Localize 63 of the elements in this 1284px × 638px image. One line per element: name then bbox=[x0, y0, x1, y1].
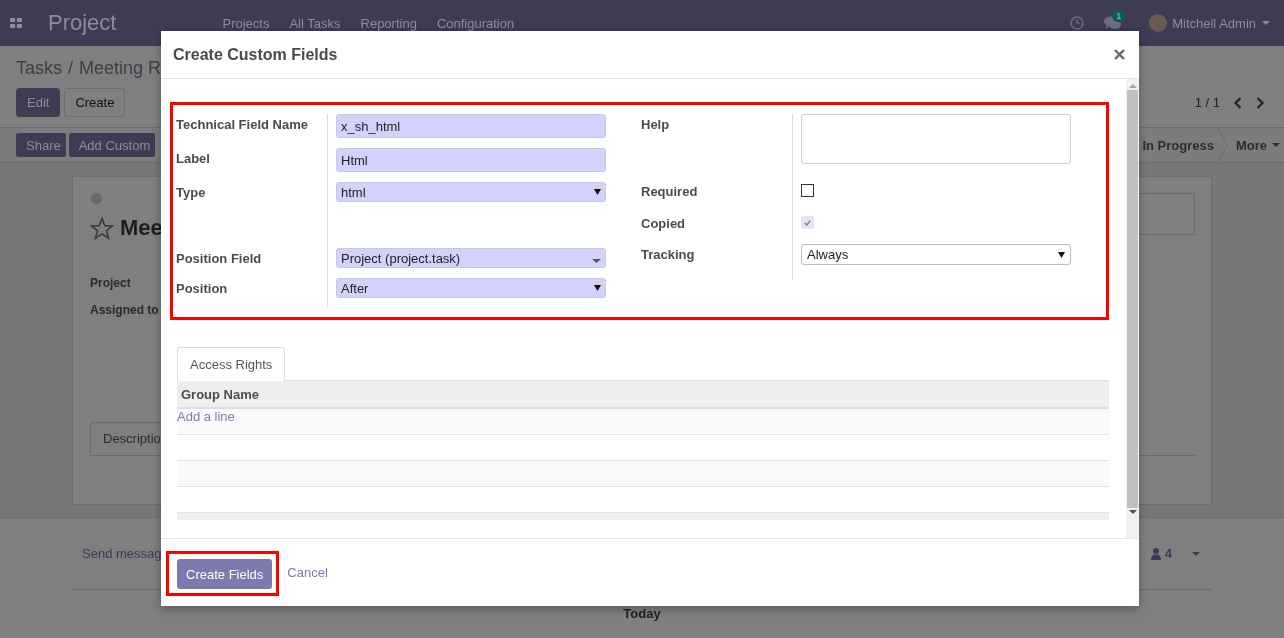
field-label: Technical Field Name bbox=[176, 116, 309, 134]
apps-menu-icon[interactable] bbox=[10, 18, 22, 28]
input-field[interactable]: x_sh_html bbox=[336, 114, 606, 138]
chevron-left-icon[interactable] bbox=[1234, 96, 1242, 109]
select-field[interactable]: html bbox=[336, 182, 606, 202]
share-button[interactable]: Share bbox=[16, 133, 66, 157]
caret-icon bbox=[592, 259, 601, 263]
menu-item[interactable]: Configuration bbox=[436, 15, 515, 31]
field-label: Help bbox=[641, 116, 671, 134]
more-button[interactable]: More bbox=[1227, 137, 1284, 153]
user-name[interactable]: Mitchell Admin bbox=[1172, 15, 1256, 31]
input-field[interactable]: Html bbox=[336, 148, 606, 172]
star-icon[interactable] bbox=[90, 216, 114, 240]
menu-item[interactable]: All Tasks bbox=[289, 15, 341, 31]
pager-counter: 1 / 1 bbox=[1194, 95, 1220, 110]
person-icon bbox=[1150, 547, 1161, 560]
scroll-up-icon bbox=[1128, 84, 1137, 88]
task-title: Mee bbox=[120, 214, 163, 242]
caret-icon[interactable] bbox=[1262, 21, 1270, 25]
field-label: Tracking bbox=[641, 246, 696, 264]
column-header: Group Name bbox=[177, 381, 1109, 409]
stage-button[interactable]: In Progress bbox=[1140, 137, 1218, 153]
caret-icon[interactable] bbox=[1192, 551, 1200, 556]
caret-icon bbox=[594, 189, 601, 195]
breadcrumb-link[interactable]: Tasks bbox=[16, 58, 62, 80]
field-label: Assigned to bbox=[90, 303, 159, 317]
tab[interactable]: Access Rights bbox=[177, 347, 286, 381]
field-label: Type bbox=[176, 184, 207, 202]
select-field[interactable]: Always bbox=[801, 244, 1071, 265]
date-separator: Today bbox=[623, 606, 661, 621]
select-field[interactable]: Project (project.task) bbox=[336, 248, 606, 268]
breadcrumb-separator: / bbox=[68, 58, 74, 80]
caret-icon bbox=[1058, 251, 1065, 258]
caret-icon bbox=[594, 285, 601, 291]
avatar bbox=[1149, 14, 1168, 32]
edit-button[interactable]: Edit bbox=[16, 88, 61, 117]
send-message-link[interactable]: Send messag bbox=[82, 546, 162, 561]
add-custom-button[interactable]: Add Custom bbox=[68, 133, 156, 157]
field-label: Position bbox=[176, 280, 229, 298]
create-fields-button[interactable]: Create Fields bbox=[177, 559, 273, 589]
cancel-link[interactable]: Cancel bbox=[287, 565, 328, 580]
menu-item[interactable]: Reporting bbox=[360, 15, 417, 31]
field-label: Project bbox=[90, 276, 131, 290]
breadcrumb-current: Meeting R bbox=[79, 58, 162, 80]
field-label: Label bbox=[176, 150, 211, 168]
followers-button[interactable]: 4 bbox=[1150, 546, 1172, 561]
checkbox[interactable] bbox=[801, 184, 814, 197]
select-field[interactable]: After bbox=[336, 278, 606, 298]
menu-item[interactable]: Projects bbox=[222, 15, 270, 31]
app-name: Project bbox=[48, 10, 117, 36]
clock-icon[interactable] bbox=[1070, 16, 1085, 30]
scroll-down-icon bbox=[1128, 510, 1137, 514]
chevron-right-icon[interactable] bbox=[1256, 96, 1264, 109]
create-button[interactable]: Create bbox=[64, 88, 126, 117]
scrollbar[interactable] bbox=[1126, 79, 1139, 538]
caret-icon bbox=[1272, 143, 1280, 147]
dialog-title: Create Custom Fields bbox=[173, 45, 338, 64]
add-line-link[interactable]: Add a line bbox=[177, 409, 235, 424]
field-label: Copied bbox=[641, 215, 687, 233]
field-label: Required bbox=[641, 183, 699, 201]
close-icon[interactable] bbox=[1114, 49, 1125, 60]
field-label: Position Field bbox=[176, 250, 263, 268]
notification-badge: 1 bbox=[1112, 10, 1126, 22]
